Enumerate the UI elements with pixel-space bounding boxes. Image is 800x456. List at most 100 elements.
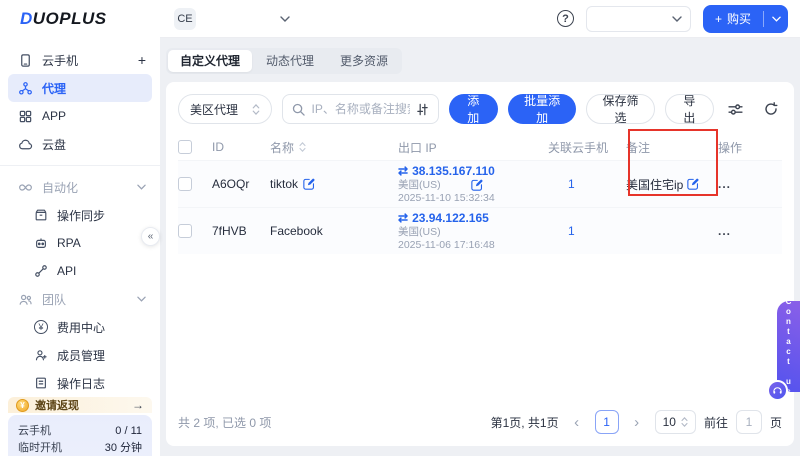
column-settings-icon[interactable] [724, 98, 746, 120]
quota-stats-panel: 云手机 0 / 11 临时开机 30 分钟 包月开机 0 云盘 1015.99M… [8, 415, 152, 456]
plus-icon: + [714, 11, 722, 26]
swap-ip-icon[interactable]: ⇄ [398, 211, 408, 226]
headset-icon [767, 380, 788, 401]
buy-label: 购买 [726, 12, 751, 26]
header-remark: 备注 [626, 140, 651, 155]
header-checkbox-cell [178, 140, 212, 154]
table-header-row: ID 名称 出口 IP 关联云手机 备注 操作 [178, 134, 782, 160]
export-button[interactable]: 导出 [664, 94, 714, 125]
swap-ip-icon[interactable]: ⇄ [398, 164, 408, 179]
ip-line: ⇄ 23.94.122.165 [398, 211, 548, 226]
help-icon[interactable]: ? [556, 10, 574, 27]
billing-yen-icon: ¥ [34, 320, 48, 334]
edit-icon[interactable] [687, 178, 699, 190]
api-nodes-icon [35, 265, 47, 277]
row-checkbox-cell [178, 224, 212, 238]
sidebar-item-app[interactable]: APP [0, 102, 160, 130]
sidebar-item-label: 代理 [42, 81, 67, 96]
proxy-list-card: 美区代理 添加 批量添加 保存筛选 导出 [166, 82, 794, 446]
prev-page-button[interactable]: ‹ [567, 411, 587, 433]
ip-region: 美国(US) [398, 225, 441, 238]
more-actions-button[interactable]: ... [718, 224, 731, 238]
topbar: CE ? + 购买 [160, 0, 800, 38]
goto-label: 前往 [703, 415, 728, 430]
sidebar: DUOPLUS 云手机 + 代理 APP 云盘 自动化 操作同步 RPA API… [0, 0, 160, 456]
toolbar-right [724, 98, 782, 120]
tab-custom-proxy[interactable]: 自定义代理 [168, 50, 253, 72]
tab-more-resources[interactable]: 更多资源 [328, 50, 400, 72]
content-area: 自定义代理 动态代理 更多资源 美区代理 添加 [160, 38, 800, 456]
sidebar-item-label: APP [42, 109, 67, 123]
region-filter-value: 美区代理 [190, 102, 239, 117]
sync-box-icon [35, 209, 47, 221]
cell-linked: 1 [548, 224, 626, 238]
more-actions-button[interactable]: ... [718, 177, 731, 191]
goto-page-input[interactable] [735, 410, 762, 434]
add-cloud-phone-icon[interactable]: + [138, 52, 146, 68]
sidebar-item-label: 云盘 [42, 137, 67, 152]
sidebar-section-label: 团队 [42, 292, 67, 307]
tab-dynamic-proxy[interactable]: 动态代理 [254, 50, 326, 72]
ip-line: ⇄ 38.135.167.110 [398, 164, 548, 179]
save-filter-button[interactable]: 保存筛选 [586, 94, 655, 125]
stat-value: 30 分钟 [104, 442, 142, 454]
topbar-dropdown[interactable] [585, 5, 691, 32]
contact-us-button[interactable]: Contact us [767, 297, 800, 401]
sidebar-divider [0, 165, 160, 166]
search-input[interactable] [311, 102, 410, 116]
current-page-button[interactable]: 1 [594, 410, 619, 434]
sidebar-section-automation[interactable]: 自动化 [0, 173, 160, 201]
phone-icon [21, 53, 30, 67]
sort-icon[interactable] [299, 142, 306, 152]
sidebar-item-proxy[interactable]: 代理 [8, 74, 152, 102]
buy-split-button: + 购买 [702, 4, 788, 33]
sidebar-section-label: 自动化 [42, 180, 79, 195]
main-area: CE ? + 购买 自定义代理 动态代理 更多资源 美区代理 IP、名称或备注搜… [160, 0, 800, 456]
stat-value: 0 / 11 [115, 425, 142, 437]
buy-button[interactable]: + 购买 [703, 5, 763, 33]
sidebar-item-rpa[interactable]: RPA [0, 229, 160, 257]
sidebar-item-api[interactable]: API [0, 257, 160, 285]
add-button[interactable]: 添加 [448, 94, 498, 125]
row-checkbox[interactable] [178, 224, 192, 238]
logo-row: DUOPLUS [0, 0, 160, 38]
refresh-icon[interactable] [760, 98, 782, 120]
sidebar-item-billing[interactable]: ¥ 费用中心 [0, 313, 160, 341]
sidebar-item-op-log[interactable]: 操作日志 [0, 369, 160, 397]
arrow-right-icon: → [132, 398, 144, 412]
edit-icon[interactable] [303, 178, 315, 190]
workspace-selector[interactable]: CE [168, 6, 296, 32]
row-checkbox[interactable] [178, 177, 192, 191]
linked-count-link[interactable]: 1 [548, 177, 575, 191]
table-footer: 共 2 项, 已选 0 项 第1页, 共1页 ‹ 1 › 10 前往 页 [178, 400, 782, 434]
select-all-checkbox[interactable] [178, 140, 192, 154]
filter-sliders-icon[interactable] [416, 103, 429, 116]
table-row: 7fHVB Facebook ⇄ 23.94.122.165 美国(US) 20… [178, 207, 782, 254]
sidebar-section-team[interactable]: 团队 [0, 285, 160, 313]
ip-link[interactable]: 38.135.167.110 [412, 164, 495, 179]
next-page-button[interactable]: › [627, 411, 647, 433]
edit-icon[interactable] [470, 179, 483, 191]
cell-id: 7fHVB [212, 224, 247, 238]
sidebar-item-op-sync[interactable]: 操作同步 [0, 201, 160, 229]
ip-link[interactable]: 23.94.122.165 [412, 211, 489, 226]
sidebar-item-cloud-disk[interactable]: 云盘 [0, 130, 160, 158]
invite-cashback-banner[interactable]: ¥ 邀请返现 → [8, 397, 152, 413]
duoplus-logo: DUOPLUS [20, 9, 107, 29]
region-filter-select[interactable]: 美区代理 [178, 94, 273, 124]
page-size-select[interactable]: 10 [654, 410, 696, 434]
app-window: DUOPLUS 云手机 + 代理 APP 云盘 自动化 操作同步 RPA API… [0, 0, 800, 456]
sidebar-collapse-button[interactable]: « [141, 227, 160, 246]
linked-count-link[interactable]: 1 [548, 224, 575, 238]
buy-more-button[interactable] [764, 5, 788, 33]
cell-id: A6OQr [212, 177, 250, 191]
sidebar-item-cloud-phone[interactable]: 云手机 + [0, 46, 160, 74]
header-ip: 出口 IP [398, 140, 437, 155]
batch-add-button[interactable]: 批量添加 [507, 94, 577, 125]
sidebar-item-members[interactable]: 成员管理 [0, 341, 160, 369]
ip-time: 2025-11-10 15:32:34 [398, 191, 495, 204]
logo-rest: UOPLUS [32, 9, 107, 28]
coin-icon: ¥ [16, 398, 29, 412]
cell-name: Facebook [270, 224, 398, 238]
sidebar-item-label: 费用中心 [57, 320, 106, 335]
